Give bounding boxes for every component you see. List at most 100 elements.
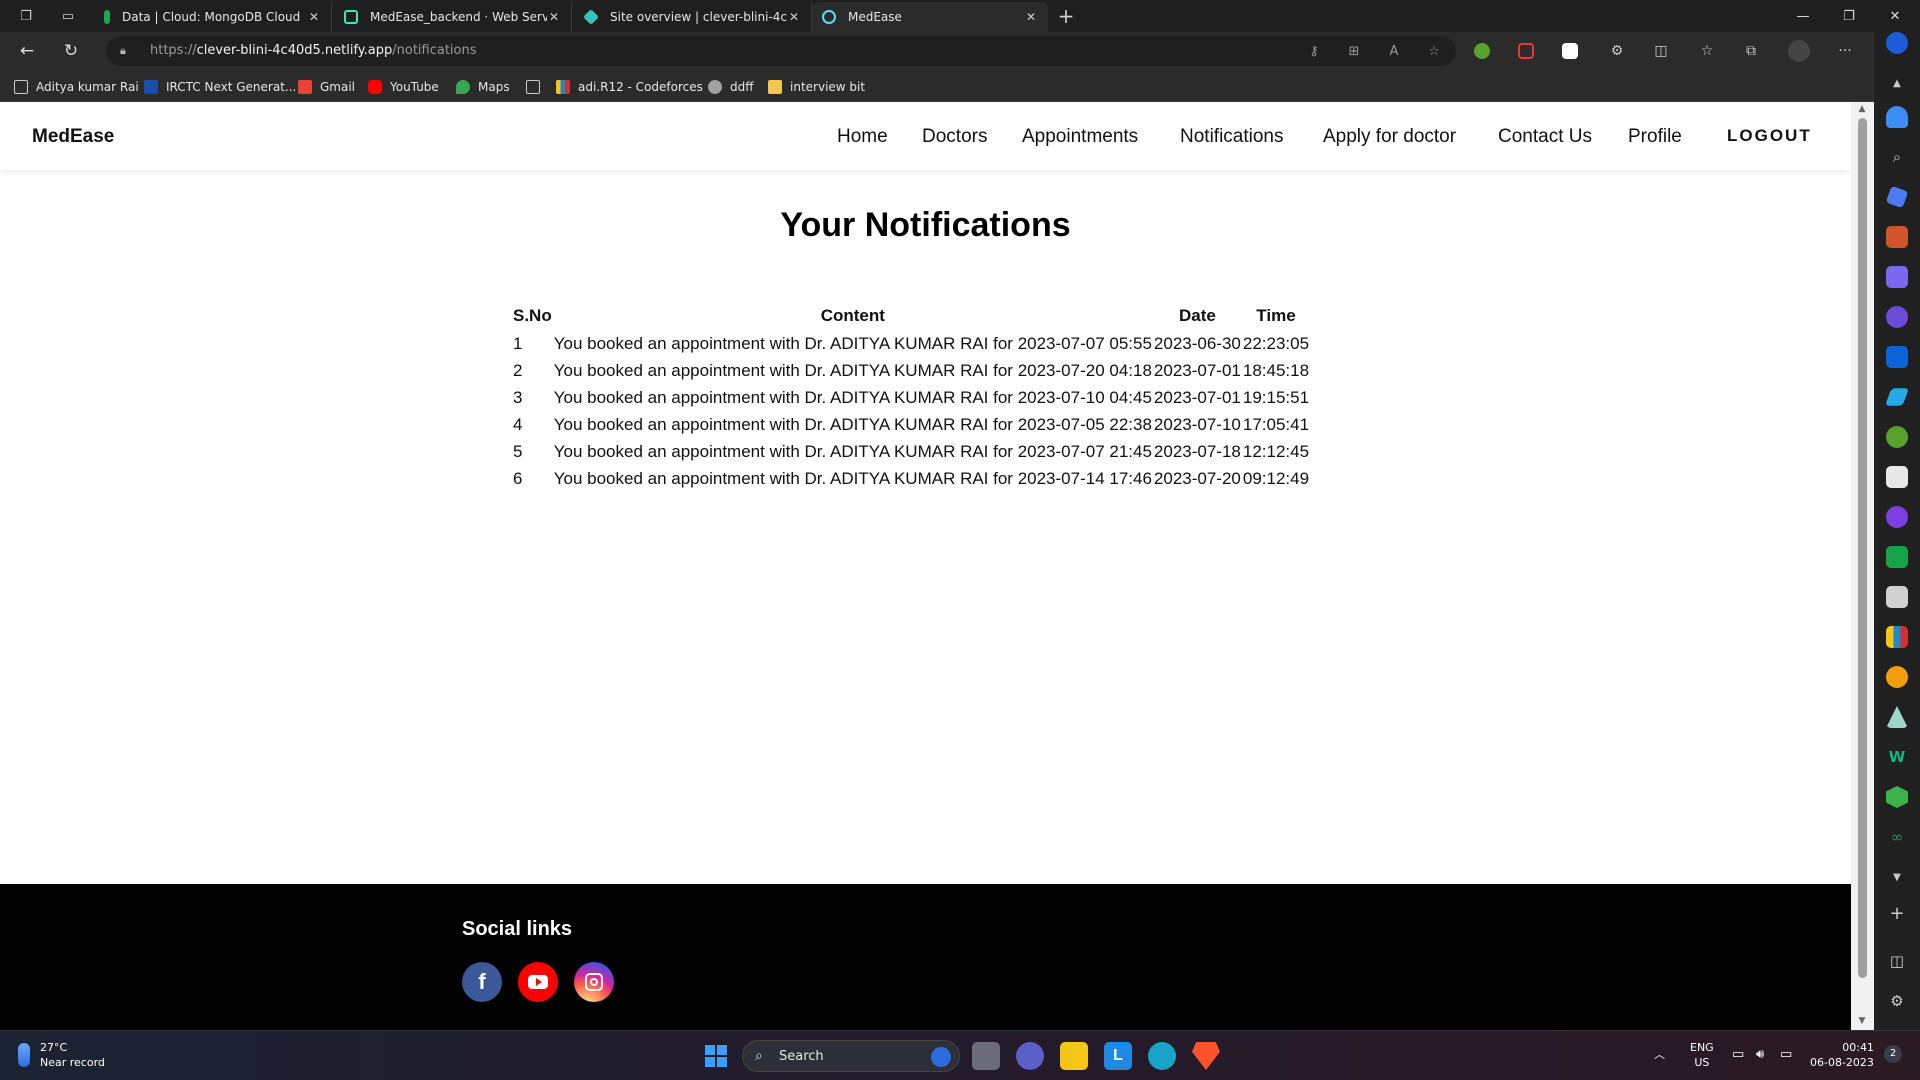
nav-contact-us[interactable]: Contact Us xyxy=(1498,126,1592,148)
language-indicator[interactable]: ENG US xyxy=(1690,1040,1714,1070)
extension-red-icon[interactable] xyxy=(1518,43,1534,59)
cc-icon[interactable] xyxy=(1886,586,1908,608)
scroll-thumb[interactable] xyxy=(1858,118,1867,978)
grammarly-extension-icon[interactable] xyxy=(1474,43,1490,59)
file-explorer-icon[interactable] xyxy=(1060,1042,1088,1070)
codeforces-icon[interactable] xyxy=(1886,626,1908,648)
nav-apply-for-doctor[interactable]: Apply for doctor xyxy=(1323,126,1456,148)
instagram-icon xyxy=(585,973,603,991)
sidebar-settings-icon[interactable]: ⚙ xyxy=(1886,990,1908,1012)
key-icon[interactable]: ⚷ xyxy=(1304,41,1324,61)
tab-netlify[interactable]: Site overview | clever-blini-4c40d ✕ xyxy=(574,2,812,32)
bookmark-item[interactable]: Aditya kumar Rai xyxy=(14,78,139,96)
sheets-icon[interactable] xyxy=(1886,546,1908,568)
tree-icon[interactable] xyxy=(1886,426,1908,448)
taskbar-search[interactable]: ⌕ Search xyxy=(742,1040,960,1072)
notification-badge[interactable]: 2 xyxy=(1884,1045,1902,1063)
split-screen-icon[interactable]: ◫ xyxy=(1650,40,1672,62)
collections-icon[interactable]: ⧉ xyxy=(1740,40,1762,62)
w-icon[interactable]: W xyxy=(1886,746,1908,768)
clock[interactable]: 00:41 06-08-2023 xyxy=(1810,1040,1874,1070)
scroll-up-icon[interactable]: ▲ xyxy=(1857,104,1867,114)
shopping-tag-icon[interactable] xyxy=(1885,185,1909,209)
bing-chat-icon[interactable] xyxy=(1886,32,1908,54)
back-icon[interactable]: ← xyxy=(14,38,40,64)
weather-widget[interactable]: 27°C Near record xyxy=(18,1040,105,1070)
facebook-link[interactable]: f xyxy=(462,962,502,1002)
m365-icon[interactable] xyxy=(1886,306,1908,328)
bookmark-item[interactable]: ddff xyxy=(708,78,754,96)
nav-appointments[interactable]: Appointments xyxy=(1022,126,1138,148)
cube-icon[interactable] xyxy=(1886,786,1908,808)
close-icon[interactable]: ✕ xyxy=(307,10,321,24)
page-scrollbar[interactable]: ▲ ▼ xyxy=(1851,102,1874,1030)
nav-doctors[interactable]: Doctors xyxy=(922,126,987,148)
tools-icon[interactable] xyxy=(1886,226,1908,248)
tab-actions-icon[interactable]: ▭ xyxy=(56,4,80,28)
scroll-down-icon[interactable]: ▼ xyxy=(1857,1016,1867,1026)
games-icon[interactable] xyxy=(1886,266,1908,288)
bookmark-item[interactable] xyxy=(526,78,548,96)
instagram-link[interactable] xyxy=(574,962,614,1002)
workspaces-icon[interactable]: ❐ xyxy=(14,4,38,28)
address-bar[interactable]: 🔒︎ https://clever-blini-4c40d5.netlify.a… xyxy=(106,36,1456,66)
leetcode-icon[interactable] xyxy=(1886,666,1908,688)
new-tab-icon[interactable]: + xyxy=(1054,4,1078,28)
extensions-icon[interactable]: ⚙ xyxy=(1606,40,1628,62)
calendar-icon[interactable] xyxy=(1886,466,1908,488)
restore-button[interactable]: ❐ xyxy=(1826,2,1872,30)
network-icon[interactable]: ▭ xyxy=(1732,1047,1744,1062)
mountain-icon[interactable] xyxy=(1886,706,1908,728)
refresh-icon[interactable]: ↻ xyxy=(58,38,84,64)
nav-profile[interactable]: Profile xyxy=(1628,126,1682,148)
teams-chat-icon[interactable] xyxy=(1016,1042,1044,1070)
cell-content: You booked an appointment with Dr. ADITY… xyxy=(553,360,1152,380)
lock-icon[interactable]: 🔒︎ xyxy=(120,44,132,58)
bookmark-item[interactable]: Gmail xyxy=(298,78,355,96)
more-menu-icon[interactable]: ··· xyxy=(1834,40,1856,62)
bookmark-item[interactable]: interview bit xyxy=(768,78,865,96)
bookmark-item[interactable]: IRCTC Next Generat... xyxy=(144,78,296,96)
favorites-icon[interactable]: ☆ xyxy=(1696,40,1718,62)
search-icon[interactable]: ⌕ xyxy=(1886,146,1908,168)
bookmark-item[interactable]: YouTube xyxy=(368,78,439,96)
nav-home[interactable]: Home xyxy=(837,126,888,148)
favorite-star-icon[interactable]: ☆ xyxy=(1424,41,1444,61)
logout-button[interactable]: LOGOUT xyxy=(1727,126,1812,146)
sidebar-add-icon[interactable]: + xyxy=(1886,902,1908,924)
tab-mongodb[interactable]: Data | Cloud: MongoDB Cloud ✕ xyxy=(94,2,332,32)
sidebar-scroll-up-icon[interactable]: ▲ xyxy=(1886,72,1908,94)
extension-flag-icon[interactable] xyxy=(1562,43,1578,59)
read-aloud-icon[interactable]: A xyxy=(1384,41,1404,61)
extension-purple-icon[interactable] xyxy=(1886,506,1908,528)
close-icon[interactable]: ✕ xyxy=(547,10,561,24)
brave-browser-icon[interactable] xyxy=(1192,1042,1220,1070)
close-icon[interactable]: ✕ xyxy=(787,10,801,24)
nav-notifications[interactable]: Notifications xyxy=(1180,126,1284,148)
tab-medease[interactable]: MedEase ✕ xyxy=(812,2,1048,32)
outlook-icon[interactable] xyxy=(1886,346,1908,368)
app-available-icon[interactable]: ⊞ xyxy=(1344,41,1364,61)
edge-browser-icon[interactable] xyxy=(1148,1042,1176,1070)
notification-bell-icon[interactable] xyxy=(1886,106,1908,128)
l-app-icon[interactable]: L xyxy=(1104,1042,1132,1070)
close-icon[interactable]: ✕ xyxy=(1024,10,1038,24)
url-text[interactable]: https://clever-blini-4c40d5.netlify.app/… xyxy=(150,43,477,58)
youtube-link[interactable] xyxy=(518,962,558,1002)
gfg-icon[interactable]: ∞ xyxy=(1886,826,1908,848)
bookmark-item[interactable]: adi.R12 - Codeforces xyxy=(556,78,703,96)
tab-render-backend[interactable]: MedEase_backend · Web Service ✕ xyxy=(334,2,572,32)
close-window-button[interactable]: ✕ xyxy=(1872,2,1918,30)
task-view-icon[interactable] xyxy=(972,1042,1000,1070)
sidebar-hide-icon[interactable]: ◫ xyxy=(1886,950,1908,972)
minimize-button[interactable]: — xyxy=(1780,2,1826,30)
sidebar-scroll-down-icon[interactable]: ▼ xyxy=(1886,866,1908,888)
windows-start-icon[interactable] xyxy=(705,1045,727,1067)
telegram-icon[interactable] xyxy=(1884,388,1910,406)
profile-avatar-icon[interactable] xyxy=(1788,40,1810,62)
brand-logo[interactable]: MedEase xyxy=(32,126,114,148)
tray-chevron-icon[interactable]: ︿ xyxy=(1654,1047,1665,1062)
battery-icon[interactable]: ▭ xyxy=(1780,1047,1792,1062)
bookmark-item[interactable]: Maps xyxy=(456,78,510,96)
volume-icon[interactable]: 🔊︎ xyxy=(1756,1047,1764,1062)
